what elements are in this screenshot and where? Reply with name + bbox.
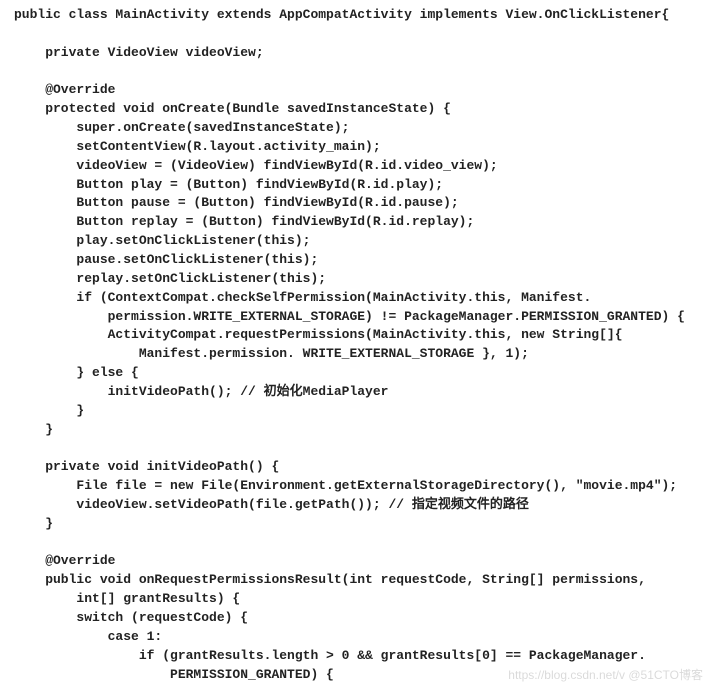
code-line: ActivityCompat.requestPermissions(MainAc… bbox=[14, 327, 623, 342]
code-line: protected void onCreate(Bundle savedInst… bbox=[14, 101, 451, 116]
code-line: setContentView(R.layout.activity_main); bbox=[14, 139, 381, 154]
code-line: @Override bbox=[14, 82, 115, 97]
watermark-text: https://blog.csdn.net/v @51CTO博客 bbox=[508, 667, 703, 684]
code-line: Button play = (Button) findViewById(R.id… bbox=[14, 177, 443, 192]
code-line: permission.WRITE_EXTERNAL_STORAGE) != Pa… bbox=[14, 309, 685, 324]
code-line: } else { bbox=[14, 365, 139, 380]
code-line: } bbox=[14, 516, 53, 531]
code-line: Button replay = (Button) findViewById(R.… bbox=[14, 214, 474, 229]
code-line: case 1: bbox=[14, 629, 162, 644]
code-line: pause.setOnClickListener(this); bbox=[14, 252, 318, 267]
code-line: public void onRequestPermissionsResult(i… bbox=[14, 572, 646, 587]
code-line: } bbox=[14, 403, 84, 418]
code-line: initVideoPath(); // 初始化MediaPlayer bbox=[14, 384, 388, 399]
code-line: public class MainActivity extends AppCom… bbox=[14, 7, 669, 22]
code-line: PERMISSION_GRANTED) { bbox=[14, 667, 334, 682]
code-line: File file = new File(Environment.getExte… bbox=[14, 478, 677, 493]
code-line: private void initVideoPath() { bbox=[14, 459, 279, 474]
code-line: Manifest.permission. WRITE_EXTERNAL_STOR… bbox=[14, 346, 529, 361]
code-line: if (grantResults.length > 0 && grantResu… bbox=[14, 648, 646, 663]
code-line: switch (requestCode) { bbox=[14, 610, 248, 625]
code-line: videoView = (VideoView) findViewById(R.i… bbox=[14, 158, 498, 173]
code-line: } bbox=[14, 422, 53, 437]
code-line: @Override bbox=[14, 553, 115, 568]
code-line: play.setOnClickListener(this); bbox=[14, 233, 310, 248]
code-line: private VideoView videoView; bbox=[14, 45, 264, 60]
code-line: int[] grantResults) { bbox=[14, 591, 240, 606]
code-line: super.onCreate(savedInstanceState); bbox=[14, 120, 349, 135]
code-line: videoView.setVideoPath(file.getPath()); … bbox=[14, 497, 529, 512]
code-line: if (ContextCompat.checkSelfPermission(Ma… bbox=[14, 290, 591, 305]
code-block: public class MainActivity extends AppCom… bbox=[0, 0, 719, 690]
code-line: Button pause = (Button) findViewById(R.i… bbox=[14, 195, 459, 210]
code-line: replay.setOnClickListener(this); bbox=[14, 271, 326, 286]
